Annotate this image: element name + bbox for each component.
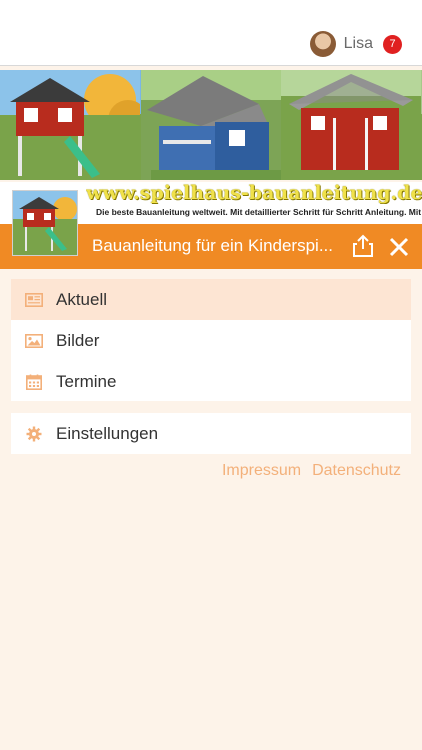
gear-icon bbox=[25, 426, 43, 442]
username[interactable]: Lisa bbox=[344, 35, 373, 53]
user-menu[interactable]: Lisa 7 bbox=[309, 30, 402, 58]
newspaper-icon bbox=[25, 292, 43, 308]
share-icon[interactable] bbox=[352, 234, 374, 258]
menu-item-bilder[interactable]: Bilder bbox=[11, 320, 411, 361]
site-logo bbox=[12, 190, 78, 256]
page-title: Bauanleitung für ein Kinderspi... bbox=[92, 236, 333, 255]
datenschutz-link[interactable]: Datenschutz bbox=[312, 462, 401, 480]
site-tagline: Die beste Bauanleitung weltweit. Mit det… bbox=[96, 207, 422, 217]
calendar-icon bbox=[25, 374, 43, 390]
banner-playhouse-2 bbox=[140, 70, 282, 180]
avatar[interactable] bbox=[309, 31, 336, 57]
settings-menu: Einstellungen bbox=[11, 413, 411, 454]
menu-item-termine[interactable]: Termine bbox=[11, 361, 411, 402]
notification-badge[interactable]: 7 bbox=[383, 34, 402, 54]
menu-item-label: Aktuell bbox=[56, 289, 108, 309]
footer-links: Impressum Datenschutz bbox=[222, 462, 401, 480]
main-menu: Aktuell Bilder Termine bbox=[11, 279, 411, 401]
header-banner-image bbox=[0, 70, 422, 180]
site-url-text: www.spielhaus-bauanleitung.de bbox=[86, 182, 422, 204]
image-icon bbox=[25, 333, 43, 349]
menu-item-label: Termine bbox=[56, 371, 117, 391]
impressum-link[interactable]: Impressum bbox=[222, 462, 301, 480]
banner-playhouse-1 bbox=[0, 70, 141, 180]
menu-item-label: Einstellungen bbox=[56, 423, 159, 443]
menu-item-aktuell[interactable]: Aktuell bbox=[11, 279, 411, 320]
top-bar: Lisa 7 bbox=[0, 0, 422, 66]
close-icon[interactable] bbox=[388, 234, 410, 258]
menu-item-label: Bilder bbox=[56, 330, 100, 350]
menu-item-einstellungen[interactable]: Einstellungen bbox=[11, 413, 411, 454]
banner-playhouse-3 bbox=[281, 70, 422, 180]
